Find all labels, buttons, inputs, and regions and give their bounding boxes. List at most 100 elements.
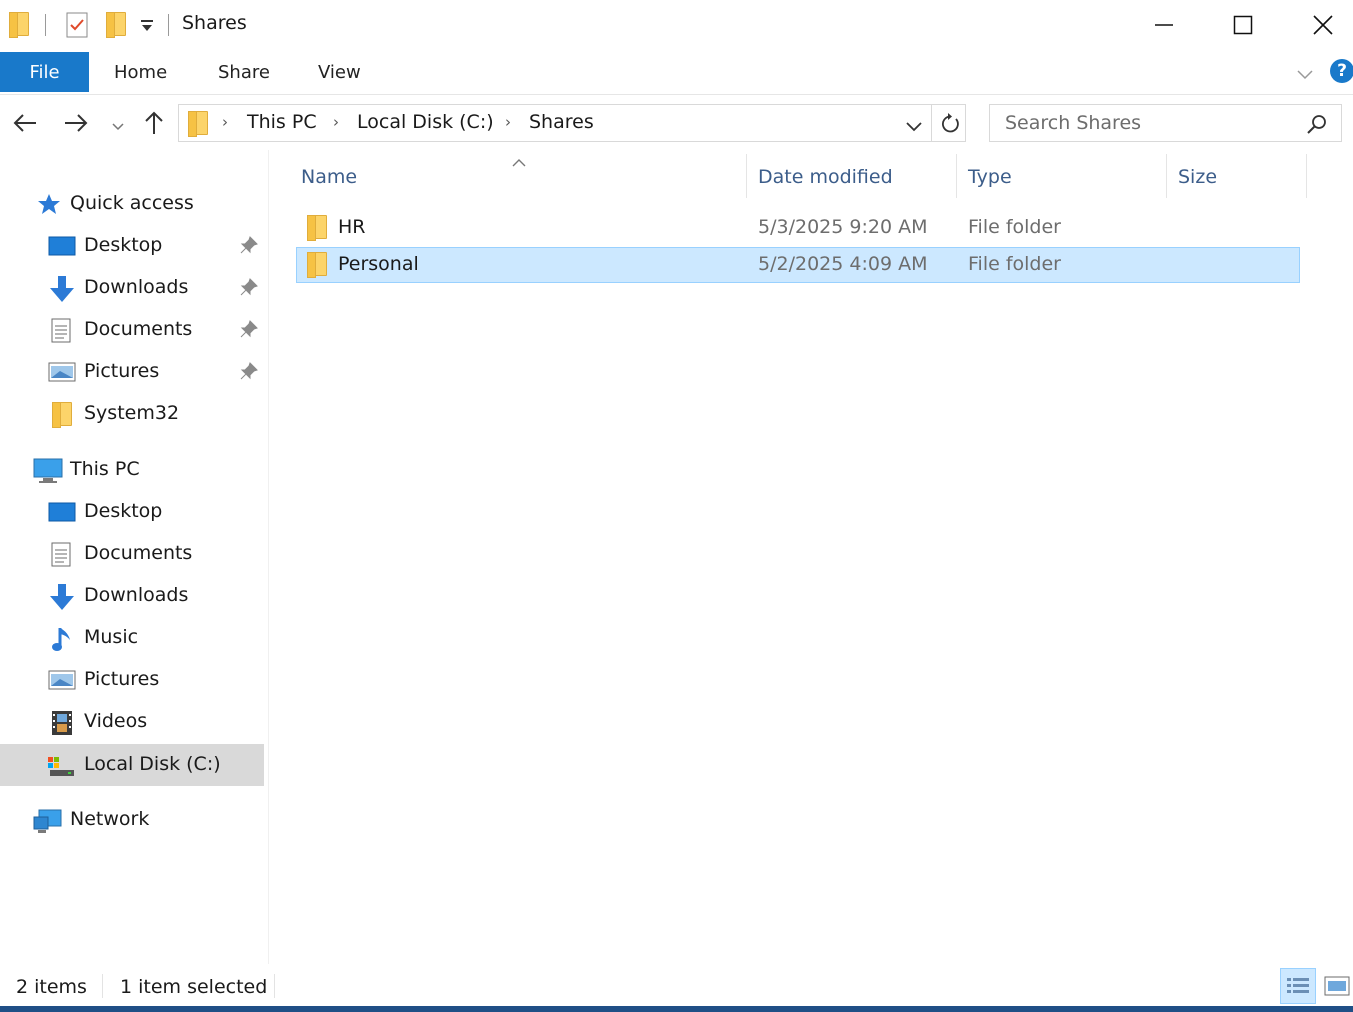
tab-view[interactable]: View bbox=[318, 52, 361, 92]
column-divider[interactable] bbox=[746, 154, 747, 198]
pin-icon[interactable] bbox=[240, 362, 260, 382]
new-folder-icon[interactable] bbox=[106, 12, 126, 38]
item-name: HR bbox=[338, 216, 366, 238]
nav-pc-downloads[interactable]: Downloads bbox=[0, 576, 264, 616]
customize-quick-access-icon[interactable] bbox=[140, 13, 154, 39]
tab-share[interactable]: Share bbox=[218, 52, 270, 92]
desktop-icon bbox=[48, 500, 76, 524]
nav-label: Music bbox=[84, 626, 139, 648]
nav-quick-downloads[interactable]: Downloads bbox=[0, 268, 264, 308]
nav-quick-access[interactable]: Quick access bbox=[0, 184, 264, 224]
documents-icon bbox=[50, 318, 76, 343]
address-dropdown-icon[interactable] bbox=[905, 117, 923, 139]
item-date-modified: 5/3/2025 9:20 AM bbox=[758, 216, 928, 238]
breadcrumb-local-disk[interactable]: Local Disk (C:) bbox=[357, 111, 494, 133]
search-input[interactable]: Search Shares bbox=[1005, 112, 1141, 134]
column-header-date-modified[interactable]: Date modified bbox=[758, 166, 893, 188]
nav-label: Videos bbox=[84, 710, 148, 732]
item-date-modified: 5/2/2025 4:09 AM bbox=[758, 253, 928, 275]
ribbon: File Home Share View ? bbox=[0, 52, 1353, 95]
search-box[interactable]: Search Shares bbox=[989, 104, 1342, 142]
folder-icon bbox=[188, 111, 208, 137]
chevron-right-icon: › bbox=[222, 113, 228, 131]
network-icon bbox=[33, 808, 62, 833]
status-bar: 2 items 1 item selected bbox=[0, 966, 1353, 1006]
tab-file[interactable]: File bbox=[0, 52, 89, 92]
pin-icon[interactable] bbox=[240, 236, 260, 256]
nav-label: Pictures bbox=[84, 668, 160, 690]
recent-locations-icon[interactable] bbox=[110, 116, 126, 138]
column-header-type[interactable]: Type bbox=[968, 166, 1012, 188]
desktop-icon bbox=[48, 234, 76, 258]
nav-label: Local Disk (C:) bbox=[84, 753, 221, 775]
star-icon bbox=[36, 192, 62, 216]
nav-label: This PC bbox=[70, 458, 140, 480]
column-header-name[interactable]: Name bbox=[301, 166, 357, 188]
breadcrumb-shares[interactable]: Shares bbox=[529, 111, 594, 133]
minimize-button[interactable] bbox=[1124, 0, 1204, 50]
nav-label: Documents bbox=[84, 542, 193, 564]
selection-count: 1 item selected bbox=[120, 976, 268, 998]
nav-pc-videos[interactable]: Videos bbox=[0, 702, 264, 742]
pictures-icon bbox=[48, 668, 76, 692]
close-button[interactable] bbox=[1283, 0, 1353, 50]
window-title: Shares bbox=[182, 12, 247, 34]
nav-quick-desktop[interactable]: Desktop bbox=[0, 226, 264, 266]
properties-icon[interactable] bbox=[66, 12, 88, 38]
videos-icon bbox=[50, 710, 76, 735]
computer-icon bbox=[33, 458, 63, 483]
large-icons-view-icon[interactable] bbox=[1324, 974, 1350, 1003]
forward-icon[interactable] bbox=[63, 112, 89, 139]
maximize-button[interactable] bbox=[1203, 0, 1283, 50]
divider bbox=[45, 14, 46, 36]
documents-icon bbox=[50, 542, 76, 567]
details-view-icon[interactable] bbox=[1280, 968, 1316, 1004]
nav-pc-music[interactable]: Music bbox=[0, 618, 264, 658]
up-icon[interactable] bbox=[143, 110, 165, 141]
nav-pc-desktop[interactable]: Desktop bbox=[0, 492, 264, 532]
pictures-icon bbox=[48, 360, 76, 384]
pin-icon[interactable] bbox=[240, 278, 260, 298]
folder-icon bbox=[307, 252, 327, 278]
nav-quick-documents[interactable]: Documents bbox=[0, 310, 264, 350]
nav-quick-pictures[interactable]: Pictures bbox=[0, 352, 264, 392]
pin-icon[interactable] bbox=[240, 320, 260, 340]
tab-home[interactable]: Home bbox=[114, 52, 167, 92]
column-divider[interactable] bbox=[1306, 154, 1307, 198]
nav-network[interactable]: Network bbox=[0, 800, 264, 840]
nav-label: System32 bbox=[84, 402, 180, 424]
breadcrumb-this-pc[interactable]: This PC bbox=[247, 111, 317, 133]
search-icon[interactable] bbox=[1306, 113, 1328, 140]
nav-pc-documents[interactable]: Documents bbox=[0, 534, 264, 574]
folder-icon bbox=[9, 12, 29, 38]
item-name: Personal bbox=[338, 253, 419, 275]
refresh-icon[interactable] bbox=[939, 113, 961, 140]
sort-ascending-icon bbox=[511, 151, 527, 173]
chevron-right-icon: › bbox=[333, 113, 339, 131]
list-item[interactable]: HR 5/3/2025 9:20 AM File folder bbox=[296, 210, 1300, 246]
list-item[interactable]: Personal 5/2/2025 4:09 AM File folder bbox=[296, 247, 1300, 283]
back-icon[interactable] bbox=[12, 112, 38, 139]
nav-this-pc[interactable]: This PC bbox=[0, 450, 264, 490]
expand-ribbon-icon[interactable] bbox=[1296, 64, 1314, 86]
chevron-right-icon: › bbox=[505, 113, 511, 131]
divider bbox=[168, 14, 169, 36]
nav-label: Downloads bbox=[84, 276, 189, 298]
column-divider[interactable] bbox=[956, 154, 957, 198]
folder-icon bbox=[52, 402, 72, 428]
column-divider[interactable] bbox=[1166, 154, 1167, 198]
title-bar: Shares bbox=[0, 0, 1353, 50]
nav-pc-pictures[interactable]: Pictures bbox=[0, 660, 264, 700]
divider bbox=[102, 974, 103, 998]
navigation-pane: Quick access Desktop Downloads Documents bbox=[0, 150, 269, 964]
folder-icon bbox=[307, 215, 327, 241]
address-bar[interactable]: › This PC › Local Disk (C:) › Shares bbox=[178, 104, 966, 142]
nav-quick-system32[interactable]: System32 bbox=[0, 394, 264, 434]
column-header-size[interactable]: Size bbox=[1178, 166, 1217, 188]
nav-pc-local-disk[interactable]: Local Disk (C:) bbox=[0, 744, 264, 786]
nav-label: Quick access bbox=[70, 192, 194, 214]
nav-label: Pictures bbox=[84, 360, 160, 382]
downloads-icon bbox=[48, 276, 74, 302]
downloads-icon bbox=[48, 584, 74, 610]
help-icon[interactable]: ? bbox=[1330, 59, 1353, 83]
